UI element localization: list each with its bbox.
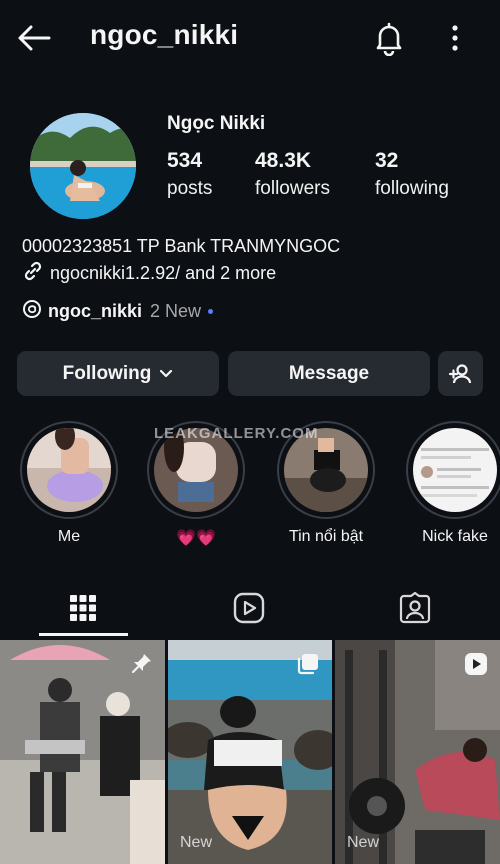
threads-icon	[22, 299, 42, 324]
bio-link[interactable]: ngocnikki1.2.92/ and 2 more	[22, 260, 276, 287]
reels-icon	[233, 592, 265, 624]
profile-avatar[interactable]	[30, 113, 136, 219]
new-post-label: New	[347, 834, 380, 851]
highlight-me[interactable]: Me	[19, 421, 119, 546]
posts-count[interactable]: 534 posts	[167, 149, 212, 200]
highlight-thumbnail	[27, 428, 111, 512]
reel-icon	[464, 652, 488, 676]
suggest-people-button[interactable]	[438, 351, 483, 396]
link-icon	[22, 260, 44, 287]
threads-new-count: 2 New	[150, 301, 202, 321]
carousel-icon	[296, 652, 320, 676]
following-label: Following	[62, 362, 152, 384]
back-arrow-icon[interactable]	[16, 22, 52, 54]
watermark-text: LEAKGALLERY.COM	[154, 425, 319, 442]
new-dot	[208, 309, 214, 314]
highlight-label: 💗💗	[176, 530, 216, 547]
stat-value: 32	[375, 149, 399, 172]
threads-badge[interactable]: ngoc_nikki 2 New	[22, 299, 214, 324]
stat-value: 48.3K	[255, 149, 312, 172]
grid-icon	[69, 594, 97, 622]
following-count[interactable]: 32 following	[375, 149, 449, 200]
bio-text: 00002323851 TP Bank TRANMYNGOC	[22, 236, 341, 256]
new-post-label: New	[180, 834, 213, 851]
message-button[interactable]: Message	[228, 351, 430, 396]
display-name: Ngọc Nikki	[167, 113, 266, 134]
more-vertical-icon[interactable]	[444, 22, 466, 54]
tab-tagged[interactable]	[332, 578, 498, 638]
stat-label: following	[375, 178, 449, 199]
pin-icon	[131, 652, 153, 674]
bio-link-text: ngocnikki1.2.92/ and 2 more	[50, 263, 277, 283]
post-thumbnail[interactable]	[0, 640, 165, 864]
posts-grid: New New	[0, 640, 500, 864]
followers-count[interactable]: 48.3K followers	[255, 149, 330, 200]
highlight-ring	[406, 421, 500, 519]
profile-tabs	[0, 578, 500, 638]
profile-username: ngoc_nikki	[90, 19, 239, 50]
tagged-icon	[399, 592, 431, 624]
tab-reels[interactable]	[166, 578, 332, 638]
post-thumbnail[interactable]: New	[168, 640, 332, 864]
highlight-ring	[20, 421, 118, 519]
following-button[interactable]: Following	[17, 351, 219, 396]
post-thumbnail[interactable]: New	[335, 640, 500, 864]
bell-icon[interactable]	[371, 20, 407, 57]
threads-handle: ngoc_nikki	[48, 301, 143, 321]
stat-label: posts	[167, 178, 213, 199]
add-person-icon	[448, 363, 474, 385]
highlight-label: Nick fake	[422, 528, 488, 545]
highlight-nick-fake[interactable]: Nick fake	[405, 421, 500, 546]
highlight-label: Tin nổi bật	[288, 528, 364, 545]
stat-label: followers	[255, 178, 330, 199]
highlight-label: Me	[57, 528, 81, 545]
top-bar: ngoc_nikki	[0, 0, 500, 76]
stat-value: 534	[167, 149, 203, 172]
tab-posts-grid[interactable]	[0, 578, 166, 638]
active-tab-indicator	[39, 633, 128, 636]
chevron-down-icon	[159, 369, 173, 379]
highlight-thumbnail	[413, 428, 497, 512]
